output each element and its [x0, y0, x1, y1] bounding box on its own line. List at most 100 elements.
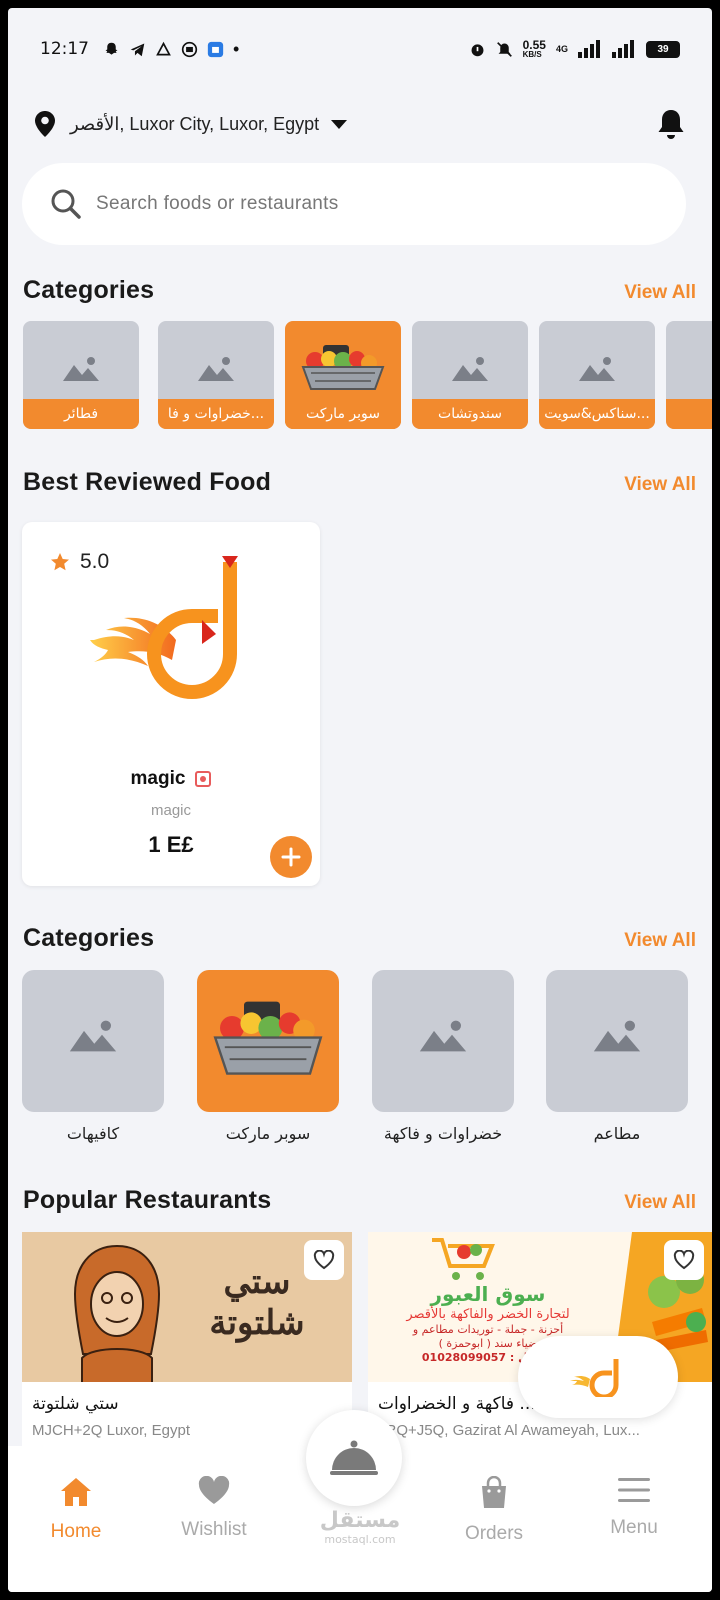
plus-icon — [281, 847, 301, 867]
status-time: 12:17 — [40, 39, 89, 59]
nav-orders-label: Orders — [464, 1523, 524, 1544]
shopping-cart-icon — [432, 1238, 495, 1280]
nav-orders[interactable]: Orders — [434, 1475, 554, 1545]
search-icon — [51, 189, 81, 219]
nav-wishlist[interactable]: Wishlist — [154, 1475, 274, 1541]
category-card[interactable]: كافيهات — [22, 970, 164, 1143]
category-caption: كافيهات — [66, 1124, 120, 1143]
magic-logo-icon — [570, 1359, 619, 1397]
restaurant-banner: ستي شلتوتة — [22, 1232, 352, 1382]
search-input[interactable] — [96, 193, 596, 215]
restaurant-card[interactable]: ستي شلتوتة ستي شلتوتة MJCH+2Q Luxor, Egy… — [22, 1232, 352, 1448]
system-icons: 0.55 KB/S 4G 39 — [469, 39, 680, 59]
best-reviewed-title: Best Reviewed Food — [23, 468, 272, 496]
category-label: خضراوات و فا... — [158, 399, 274, 429]
signal-icon-2 — [612, 40, 634, 58]
category-card[interactable]: مطاعم — [546, 970, 688, 1143]
network-type: 4G — [555, 44, 568, 54]
category-card-supermarket[interactable]: سوبر ماركت — [197, 970, 339, 1143]
restaurant-name: ستي شلتوتة — [32, 1394, 119, 1414]
categories-view-all[interactable]: View All — [624, 282, 696, 304]
nav-menu-label: Menu — [610, 1517, 658, 1538]
signal-icon — [578, 40, 600, 58]
popular-restaurants-title: Popular Restaurants — [23, 1186, 272, 1214]
hamburger-menu-icon — [618, 1478, 650, 1502]
food-cloche-icon — [330, 1440, 378, 1475]
floating-logo-button[interactable] — [518, 1336, 678, 1418]
nav-home-label: Home — [50, 1521, 102, 1542]
bell-icon[interactable] — [656, 107, 686, 141]
location-pin-icon — [35, 111, 55, 137]
popular-restaurants-view-all[interactable]: View All — [624, 1192, 696, 1214]
nav-home[interactable]: Home — [16, 1476, 136, 1543]
image-placeholder-icon — [579, 357, 615, 381]
category-label: سندوتشات — [412, 399, 528, 429]
image-placeholder-icon — [198, 357, 234, 381]
home-icon — [61, 1478, 91, 1506]
mute-icon — [496, 41, 512, 57]
category-label: ت — [666, 399, 712, 429]
food-card[interactable]: 5.0 magic magic 1 E£ — [22, 522, 320, 886]
network-speed-unit: KB/S — [522, 50, 542, 59]
food-subtitle: magic — [150, 802, 191, 819]
search-bar[interactable] — [22, 163, 686, 245]
heart-outline-icon — [673, 1250, 695, 1270]
telegram-icon — [130, 43, 145, 56]
watermark: مستقل mostaql.com — [319, 1508, 401, 1546]
category-tile[interactable]: ت — [666, 321, 712, 429]
snapchat-icon — [105, 42, 118, 55]
image-placeholder-icon — [69, 1020, 117, 1052]
dot-icon: • — [233, 39, 240, 59]
grocery-basket-image — [213, 1001, 323, 1075]
star-icon — [51, 553, 69, 571]
category-tile-supermarket[interactable]: سوبر ماركت — [285, 321, 401, 429]
restaurant-address: MJCH+2Q Luxor, Egypt — [32, 1422, 190, 1439]
add-to-cart-button[interactable] — [270, 836, 312, 878]
category-strip: فطائر خضراوات و فا... سوبر ماركت سندوتشا… — [23, 321, 712, 431]
cart-center-button[interactable] — [306, 1410, 402, 1506]
image-placeholder-icon — [593, 1020, 641, 1052]
categories-title: Categories — [23, 276, 155, 304]
food-name: magic — [22, 768, 320, 790]
app-screen: 12:17 • 0.55 KB/S 4G 39 الأقصر, Luxor Ci… — [8, 8, 712, 1592]
categories-view-all-2[interactable]: View All — [624, 930, 696, 952]
heart-icon — [198, 1475, 230, 1504]
location-text: الأقصر, Luxor City, Luxor, Egypt — [70, 113, 320, 134]
location-bar[interactable]: الأقصر, Luxor City, Luxor, Egypt — [34, 104, 686, 144]
category-tile[interactable]: خضراوات و فا... — [158, 321, 274, 429]
banner-line: أحزنة - جملة - توريدات مطاعم و — [412, 1323, 564, 1337]
category-caption: مطاعم — [593, 1124, 641, 1143]
category-caption: خضراوات و فاكهة — [383, 1124, 503, 1143]
banner-title: سوق العبور — [430, 1282, 546, 1306]
image-placeholder-icon — [63, 357, 99, 381]
grocery-basket-image — [301, 345, 385, 390]
wishlist-button[interactable] — [304, 1240, 344, 1280]
category-tile[interactable]: فطائر — [23, 321, 139, 429]
best-reviewed-view-all[interactable]: View All — [624, 474, 696, 496]
chevron-down-icon[interactable] — [331, 119, 348, 129]
battery-icon: 39 — [646, 40, 680, 58]
category-tile[interactable]: سناكس&سويت... — [539, 321, 655, 429]
image-placeholder-icon — [452, 357, 488, 381]
category-tile[interactable]: سندوتشات — [412, 321, 528, 429]
alarm-icon — [471, 43, 484, 56]
restaurant-address: JRQ+J5Q, Gazirat Al Awameyah, Lux... — [378, 1422, 640, 1439]
notification-icons: • — [103, 40, 239, 58]
store-icon — [207, 41, 224, 57]
nav-wishlist-label: Wishlist — [181, 1519, 247, 1540]
category-label: سوبر ماركت — [285, 399, 401, 429]
alert-icon — [156, 41, 171, 55]
grandma-illustration — [73, 1244, 161, 1382]
nav-menu[interactable]: Menu — [574, 1476, 694, 1539]
image-placeholder-icon — [419, 1020, 467, 1052]
category-label: سناكس&سويت... — [539, 399, 655, 429]
categories-title-2: Categories — [23, 924, 155, 952]
category-caption: سوبر ماركت — [225, 1124, 311, 1143]
app-icon — [181, 41, 198, 57]
heart-outline-icon — [313, 1250, 335, 1270]
category-card[interactable]: خضراوات و فاكهة — [372, 970, 514, 1143]
status-bar: 12:17 • 0.55 KB/S 4G 39 — [8, 8, 712, 90]
shopping-bag-icon — [482, 1475, 506, 1508]
veg-badge-icon — [195, 770, 212, 787]
wishlist-button[interactable] — [664, 1240, 704, 1280]
